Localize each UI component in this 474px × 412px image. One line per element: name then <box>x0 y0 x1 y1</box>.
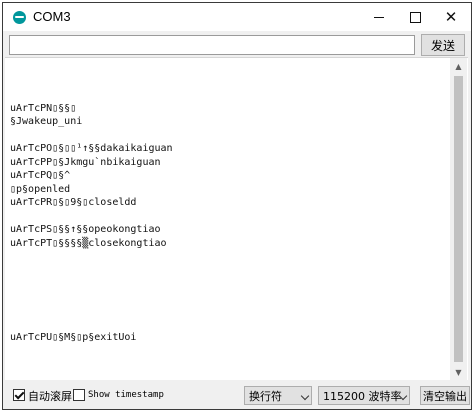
output-line: uArTcPQ▯§^ <box>10 170 71 181</box>
output-line: ▯p§openled <box>10 183 71 195</box>
output-line: uArTcPO▯§▯▯¹↑§§dakaikaiguan <box>10 143 173 154</box>
autoscroll-checkbox[interactable] <box>13 389 25 401</box>
output-text: uArTcPN▯§§▯ §Jwakeup_uni uArTcPO▯§▯▯¹↑§§da… <box>10 88 450 345</box>
output-line: uArTcPP▯§Jkmgu`nbikaiguan <box>10 156 161 168</box>
autoscroll-label: 自动滚屏 <box>28 390 72 403</box>
send-button[interactable]: 发送 <box>421 34 465 56</box>
output-line: uArTcPU▯§M§▯p§exitUoi <box>10 332 137 343</box>
window-title: COM3 <box>33 9 71 24</box>
close-button[interactable]: ✕ <box>433 3 469 31</box>
line-ending-select[interactable]: 换行符 <box>244 386 312 405</box>
scroll-down-icon[interactable]: ▼ <box>450 364 467 381</box>
status-bar: 自动滚屏 Show timestamp 换行符 115200 波特率 清空输出 <box>3 381 471 409</box>
scroll-up-icon[interactable]: ▲ <box>450 58 467 75</box>
output-line: uArTcPN▯§§▯ <box>10 102 77 114</box>
line-ending-value: 换行符 <box>249 389 282 403</box>
arduino-icon <box>13 11 26 24</box>
scroll-thumb[interactable] <box>454 76 463 362</box>
serial-output[interactable]: uArTcPN▯§§▯ §Jwakeup_uni uArTcPO▯§▯▯¹↑§§da… <box>5 57 468 381</box>
timestamp-label: Show timestamp <box>88 390 164 400</box>
output-line: §Jwakeup_uni <box>10 116 83 127</box>
minimize-button[interactable] <box>361 3 397 31</box>
title-bar: COM3 ✕ <box>3 3 471 31</box>
chevron-down-icon <box>300 391 310 401</box>
output-line: uArTcPT▯§§§§▒closekongtiao <box>10 237 167 249</box>
baud-rate-value: 115200 波特率 <box>323 389 402 403</box>
clear-output-button[interactable]: 清空输出 <box>420 386 470 405</box>
baud-rate-select[interactable]: 115200 波特率 <box>318 386 410 405</box>
timestamp-checkbox[interactable] <box>73 389 85 401</box>
vertical-scrollbar[interactable]: ▲ ▼ <box>450 58 467 381</box>
maximize-button[interactable] <box>397 3 433 31</box>
serial-monitor-window: COM3 ✕ 发送 uArTcPN▯§§▯ §Jwakeup_uni uArTcPO… <box>2 2 472 410</box>
send-input[interactable] <box>9 35 415 55</box>
output-line: uArTcPS▯§§↑§§opeokongtiao <box>10 224 161 235</box>
output-line: uArTcPR▯§▯9§▯closeldd <box>10 197 137 208</box>
